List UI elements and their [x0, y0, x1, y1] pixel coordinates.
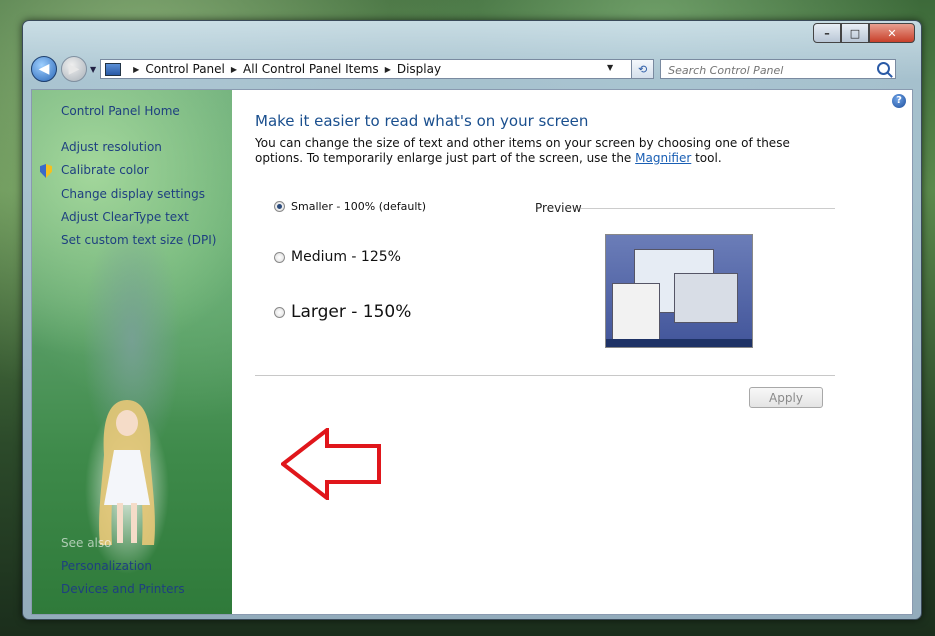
- preview-window: [674, 273, 738, 323]
- sidebar-control-panel-home[interactable]: Control Panel Home: [61, 104, 180, 118]
- option-smaller[interactable]: Smaller - 100% (default): [274, 200, 426, 213]
- sidebar-item-adjust-cleartype[interactable]: Adjust ClearType text: [61, 210, 189, 224]
- breadcrumb-arrow-icon[interactable]: ▶: [385, 65, 391, 74]
- medium-radio[interactable]: [274, 251, 285, 263]
- back-button[interactable]: ◀: [31, 56, 57, 82]
- anime-girl-wallpaper-image: [99, 400, 155, 545]
- option-larger-label: Larger - 150%: [291, 302, 412, 322]
- navigation-bar: ◀ ▶ ▼ ▶ Control Panel ▶ All Control Pane…: [31, 55, 915, 83]
- red-arrow-annotation-icon: [281, 428, 381, 500]
- option-larger[interactable]: Larger - 150%: [274, 302, 411, 322]
- larger-radio[interactable]: [274, 306, 285, 318]
- caption-buttons: – □ ✕: [813, 23, 915, 43]
- recent-pages-dropdown-icon[interactable]: ▼: [90, 65, 96, 74]
- help-icon[interactable]: ?: [892, 94, 906, 108]
- sidebar: Control Panel Home Adjust resolution Cal…: [32, 90, 232, 614]
- option-smaller-label: Smaller - 100% (default): [291, 200, 427, 213]
- forward-button[interactable]: ▶: [61, 56, 87, 82]
- preview-taskbar: [606, 339, 752, 347]
- shield-icon: [40, 164, 52, 178]
- sidebar-item-calibrate-color[interactable]: Calibrate color: [61, 163, 149, 177]
- control-panel-icon: [105, 62, 122, 76]
- smaller-radio[interactable]: [274, 201, 285, 212]
- preview-window: [612, 283, 660, 345]
- sidebar-item-custom-text-size[interactable]: Set custom text size (DPI): [61, 233, 216, 247]
- sidebar-item-adjust-resolution[interactable]: Adjust resolution: [61, 140, 162, 154]
- breadcrumb-control-panel[interactable]: Control Panel: [145, 62, 225, 76]
- preview-divider: [581, 208, 835, 209]
- magnifier-link[interactable]: Magnifier: [635, 151, 691, 165]
- preview-image: [605, 234, 753, 348]
- breadcrumb-arrow-icon[interactable]: ▶: [133, 65, 139, 74]
- refresh-button[interactable]: ⟲: [632, 59, 655, 79]
- main-panel: ? Make it easier to read what's on your …: [254, 90, 912, 614]
- breadcrumb: ▶ Control Panel ▶ All Control Panel Item…: [127, 62, 441, 76]
- breadcrumb-display[interactable]: Display: [397, 62, 441, 76]
- divider: [255, 375, 835, 376]
- preview-label: Preview: [535, 201, 582, 215]
- sidebar-item-change-display-settings[interactable]: Change display settings: [61, 187, 205, 201]
- sidebar-item-personalization[interactable]: Personalization: [61, 559, 152, 573]
- address-bar[interactable]: ▶ Control Panel ▶ All Control Panel Item…: [100, 59, 633, 79]
- sidebar-item-devices-printers[interactable]: Devices and Printers: [61, 582, 185, 596]
- maximize-button[interactable]: □: [841, 23, 869, 43]
- breadcrumb-arrow-icon[interactable]: ▶: [231, 65, 237, 74]
- breadcrumb-all-items[interactable]: All Control Panel Items: [243, 62, 379, 76]
- option-medium[interactable]: Medium - 125%: [274, 249, 401, 265]
- page-title: Make it easier to read what's on your sc…: [255, 112, 589, 130]
- content-area: Control Panel Home Adjust resolution Cal…: [31, 89, 913, 615]
- description-text-end: tool.: [691, 151, 722, 165]
- close-button[interactable]: ✕: [869, 23, 915, 43]
- page-description: You can change the size of text and othe…: [255, 136, 815, 166]
- address-dropdown-icon[interactable]: ▼: [607, 63, 613, 72]
- search-icon[interactable]: [877, 62, 891, 75]
- display-window: – □ ✕ ◀ ▶ ▼ ▶ Control Panel ▶ All Contro…: [22, 20, 922, 620]
- apply-button[interactable]: Apply: [749, 387, 823, 408]
- minimize-button[interactable]: –: [813, 23, 841, 43]
- search-box[interactable]: [660, 59, 897, 79]
- see-also-heading: See also: [61, 536, 112, 550]
- search-input[interactable]: [666, 61, 871, 79]
- option-medium-label: Medium - 125%: [291, 249, 401, 265]
